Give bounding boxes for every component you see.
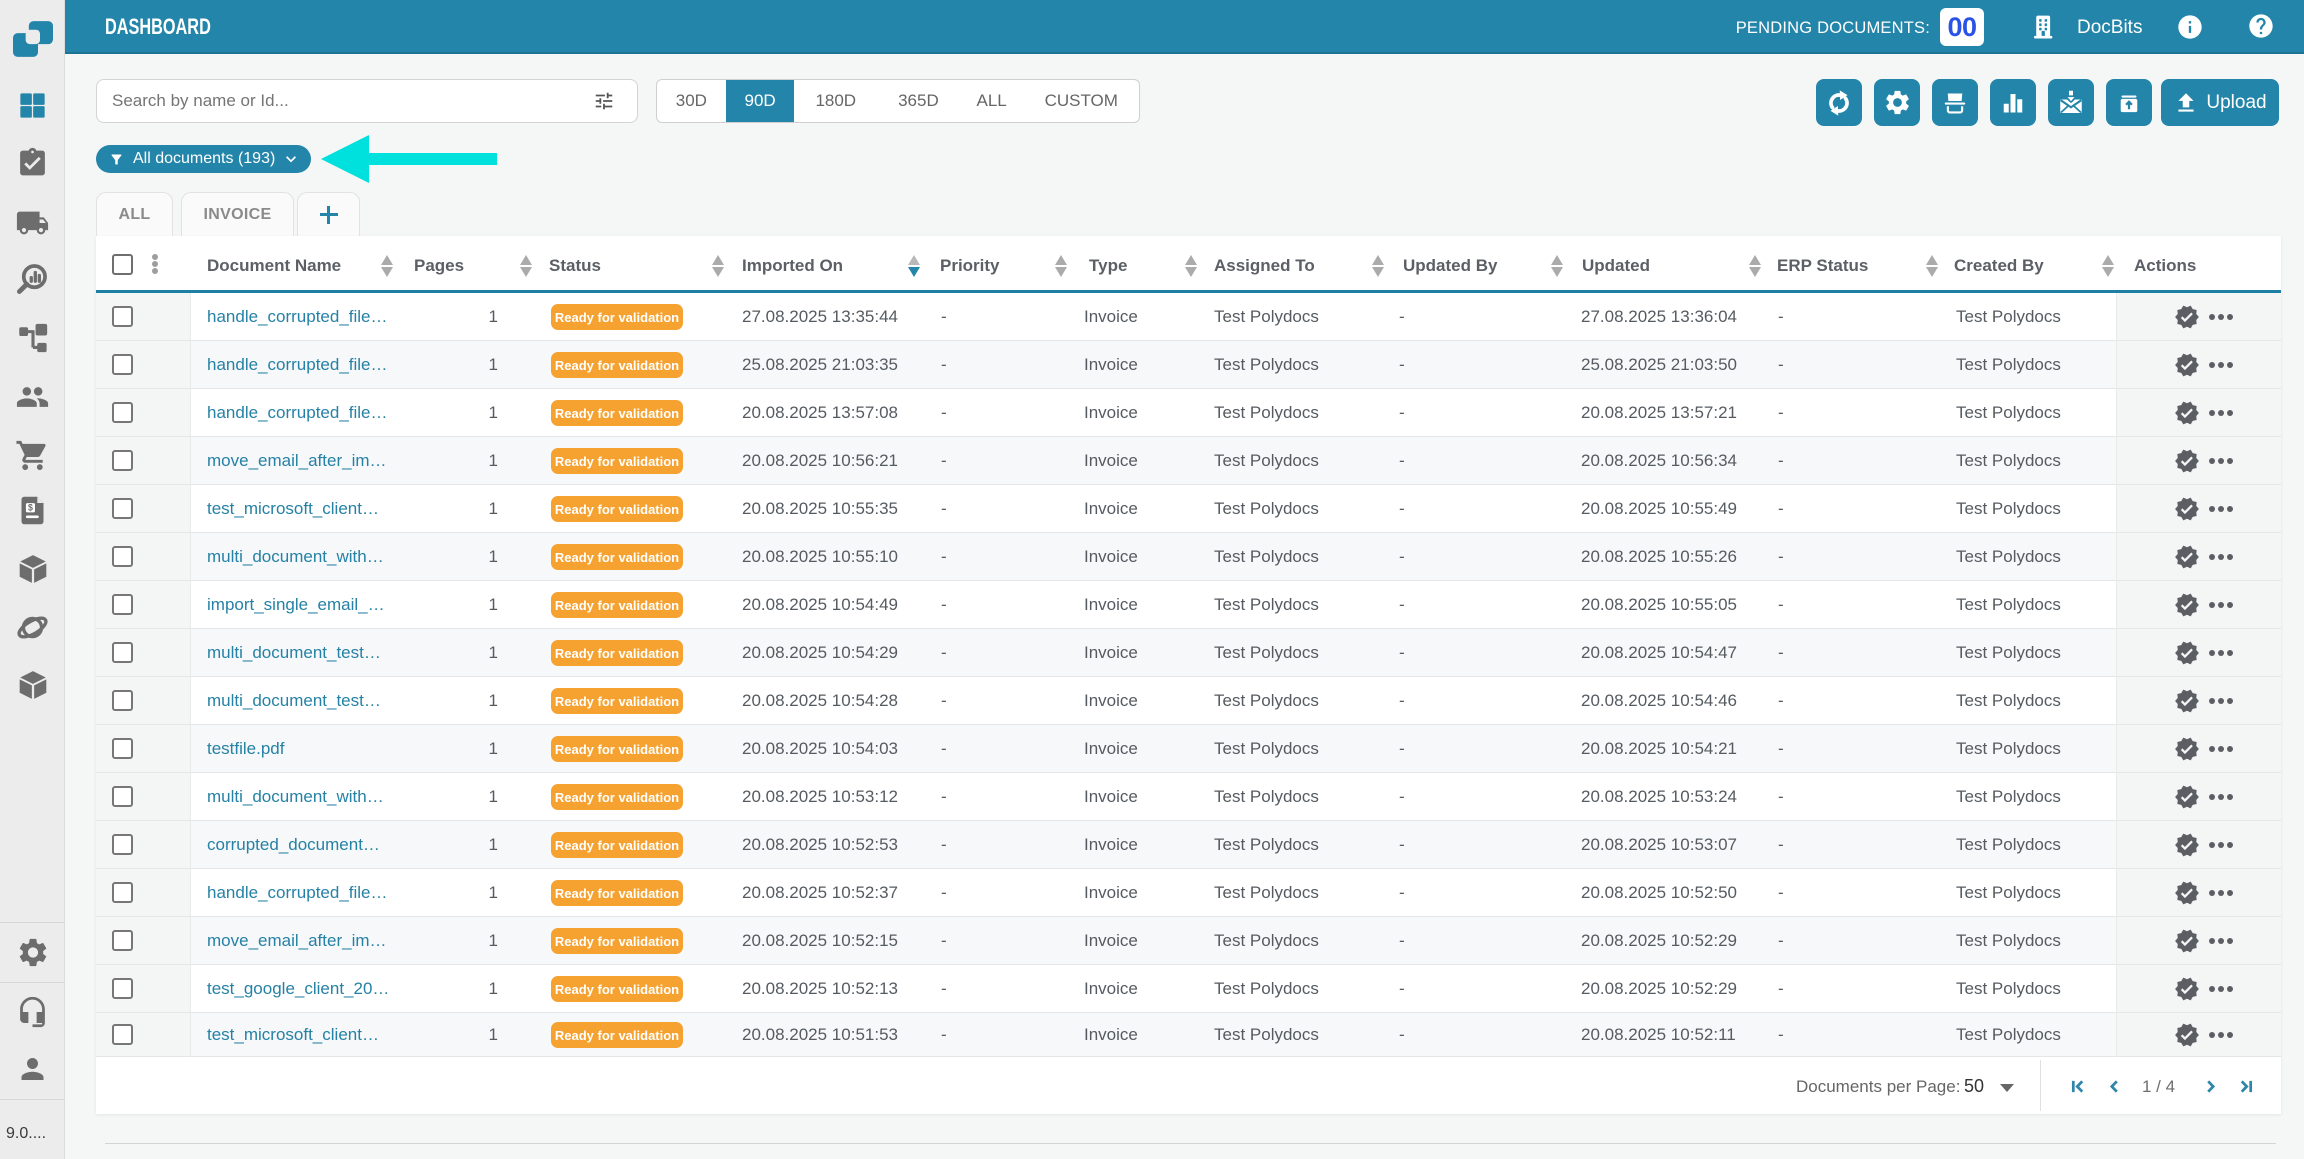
svg-text:$: $ [28, 503, 33, 513]
